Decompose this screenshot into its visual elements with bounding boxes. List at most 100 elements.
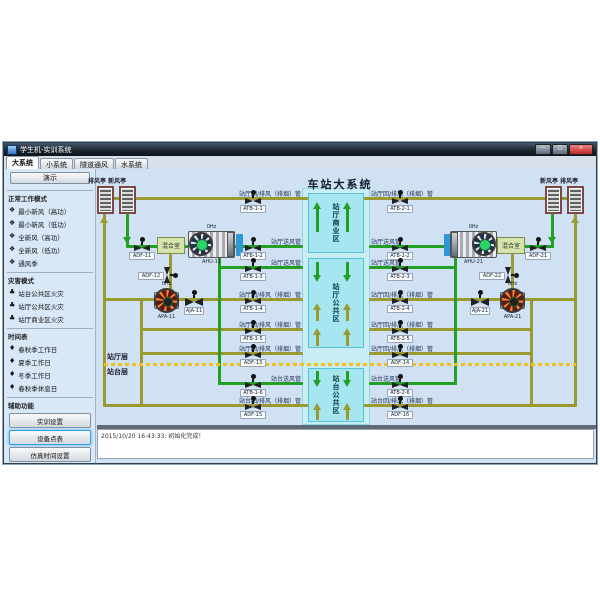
aux-button-仿真时间设置[interactable]: 仿真时间设置 — [9, 447, 91, 462]
louver-grille — [119, 186, 136, 214]
damper-ATB-2-2[interactable]: ATB-2-2 — [387, 237, 413, 260]
damper-ADF-15[interactable]: ADF-15 — [240, 396, 266, 419]
mode-icon: ♦ — [9, 384, 15, 391]
sidebar-item-站厅公共区火灾[interactable]: ♣站厅公共区火灾 — [7, 299, 93, 312]
sidebar-item-夏季工作日[interactable]: ♦夏季工作日 — [7, 355, 93, 368]
flow-arrow — [343, 202, 352, 232]
fan-AHU-11[interactable]: 0HzAHU-11 — [188, 231, 235, 258]
louver-grille — [97, 186, 114, 214]
log-message: 2015/10/20 16:43:33: 初始化完成！ — [101, 433, 204, 440]
minimize-button[interactable]: — — [535, 144, 551, 155]
mode-icon: ❖ — [9, 233, 15, 240]
flow-arrow — [343, 328, 352, 346]
louver-grille — [545, 186, 562, 214]
flow-arrow — [313, 328, 322, 346]
damper-ADF-12[interactable]: ADF-12 — [158, 268, 184, 282]
sidebar-item-站台公共区火灾[interactable]: ♣站台公共区火灾 — [7, 286, 93, 299]
mode-icon: ♦ — [9, 345, 15, 352]
flow-arrow — [571, 216, 580, 262]
damper-ATB-2-1[interactable]: ATB-2-1 — [387, 190, 413, 213]
damper-ADF-13[interactable]: ADF-13 — [240, 344, 266, 367]
damper-ATB-2-5[interactable]: ATB-2-5 — [387, 320, 413, 343]
mode-icon: ♣ — [9, 302, 15, 309]
mode-icon: ♣ — [9, 289, 15, 296]
aux-button-设备点表[interactable]: 设备点表 — [9, 430, 91, 445]
section-title: 灾害模式 — [7, 272, 93, 286]
damper-ADF-11[interactable]: ADF-11 — [129, 237, 155, 260]
aux-button-实训设置[interactable]: 实训设置 — [9, 413, 91, 428]
tab-小系统[interactable]: 小系统 — [40, 158, 73, 169]
damper-ATB-2-6[interactable]: ATB-2-6 — [387, 374, 413, 397]
mixing-chamber[interactable]: 混合室 — [497, 237, 525, 254]
tab-水系统[interactable]: 水系统 — [115, 158, 148, 169]
sidebar-item-春秋季休息日[interactable]: ♦春秋季休息日 — [7, 381, 93, 394]
fan-APA-21[interactable]: 0HzAPA-21 — [497, 288, 528, 313]
louver-grille — [567, 186, 584, 214]
damper-ATB-1-1[interactable]: ATB-1-1 — [240, 190, 266, 213]
fan-tag: APA-21 — [497, 314, 528, 320]
mode-icon: ❖ — [9, 207, 15, 214]
damper-ATB-1-2[interactable]: ATB-1-2 — [240, 237, 266, 260]
flow-arrow — [343, 303, 352, 321]
mode-icon: ♣ — [9, 315, 15, 322]
flow-arrow — [343, 262, 352, 282]
flow-arrow — [343, 371, 352, 387]
tab-strip: 大系统小系统隧道通风水系统 — [4, 156, 596, 170]
flow-arrow — [343, 403, 352, 420]
flow-arrow — [313, 303, 322, 321]
maximize-button[interactable]: □ — [552, 144, 568, 155]
sidebar-item-全新风（低功）[interactable]: ❖全新风（低功） — [7, 243, 93, 256]
damper-ADF-14[interactable]: ADF-14 — [387, 344, 413, 367]
fan-AHU-21[interactable]: 0HzAHU-21 — [450, 231, 497, 258]
flow-arrow — [313, 371, 322, 387]
demo-button[interactable]: 演示 — [10, 172, 90, 184]
tab-隧道通风[interactable]: 隧道通风 — [74, 158, 114, 169]
sidebar-item-春秋季工作日[interactable]: ♦春秋季工作日 — [7, 342, 93, 355]
section-title: 辅助功能 — [7, 397, 93, 411]
damper-ATB-1-6[interactable]: ATB-1-6 — [240, 374, 266, 397]
fan-speed: 0Hz — [450, 224, 497, 230]
flow-arrow — [123, 216, 132, 244]
mode-icon: ❖ — [9, 246, 15, 253]
floor-label: 站厅层 — [107, 352, 128, 362]
flow-arrow — [313, 262, 322, 282]
damper-ADF-22[interactable]: ADF-22 — [499, 268, 525, 282]
window-title: 学生机-实训系统 — [20, 145, 534, 155]
duct-line — [530, 298, 533, 405]
damper-ATB-2-3[interactable]: ATB-2-3 — [387, 258, 413, 281]
flow-arrow — [548, 216, 557, 244]
valve-AJA-11[interactable]: AJA-11 — [184, 290, 204, 315]
flow-arrow — [313, 403, 322, 420]
mode-icon: ♦ — [9, 358, 15, 365]
fan-tag: APA-11 — [151, 314, 182, 320]
sidebar-item-最小新风（低功）[interactable]: ❖最小新风（低功） — [7, 217, 93, 230]
close-button[interactable]: ✕ — [569, 144, 593, 155]
mode-icon: ❖ — [9, 259, 15, 266]
duct-line — [140, 298, 143, 405]
fan-speed: 0Hz — [188, 224, 235, 230]
fan-tag: AHU-11 — [188, 259, 235, 265]
sidebar-item-全新风（高功）[interactable]: ❖全新风（高功） — [7, 230, 93, 243]
sidebar-item-冬季工作日[interactable]: ♦冬季工作日 — [7, 368, 93, 381]
mode-icon: ❖ — [9, 220, 15, 227]
fan-tag: AHU-21 — [450, 259, 497, 265]
damper-ATB-1-5[interactable]: ATB-1-5 — [240, 320, 266, 343]
valve-AJA-21[interactable]: AJA-21 — [470, 290, 490, 315]
sidebar: 演示 正常工作模式❖最小新风（高功）❖最小新风（低功）❖全新风（高功）❖全新风（… — [4, 169, 96, 463]
damper-ATB-1-3[interactable]: ATB-1-3 — [240, 258, 266, 281]
floor-divider — [104, 363, 576, 366]
floor-label: 站台层 — [107, 367, 128, 377]
sidebar-item-最小新风（高功）[interactable]: ❖最小新风（高功） — [7, 204, 93, 217]
sidebar-item-站厅商业区火灾[interactable]: ♣站厅商业区火灾 — [7, 312, 93, 325]
damper-ATB-1-4[interactable]: ATB-1-4 — [240, 290, 266, 313]
sidebar-item-通风季[interactable]: ❖通风季 — [7, 256, 93, 269]
damper-ADF-16[interactable]: ADF-16 — [387, 396, 413, 419]
damper-ATB-2-4[interactable]: ATB-2-4 — [387, 290, 413, 313]
tab-大系统[interactable]: 大系统 — [6, 156, 39, 169]
mixing-chamber[interactable]: 混合室 — [157, 237, 185, 254]
section-title: 正常工作模式 — [7, 190, 93, 204]
fan-APA-11[interactable]: 0HzAPA-11 — [151, 288, 182, 313]
kiosk-label: 排风亭 新风亭 — [88, 176, 126, 185]
app-icon — [7, 145, 17, 155]
section-title: 时间表 — [7, 328, 93, 342]
